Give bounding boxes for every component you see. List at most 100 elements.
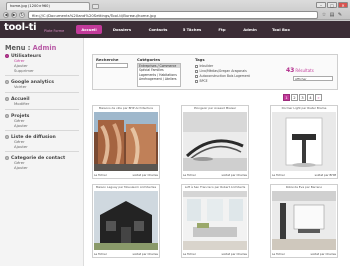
close-icon[interactable]: ✕: [338, 2, 348, 8]
bullet-icon: [5, 156, 9, 160]
card-thumbnail[interactable]: [183, 112, 247, 171]
author-link[interactable]: soldat par Charles: [133, 251, 159, 257]
sidebar-item-ajouter-liste[interactable]: Ajouter: [5, 144, 81, 150]
nav-admin[interactable]: Admin: [237, 25, 263, 34]
card-title: Rotonda Eva par Barreno: [285, 185, 323, 189]
category-option[interactable]: Aménagement / Ateliers: [138, 77, 180, 81]
card-thumbnail[interactable]: [272, 112, 336, 171]
page-4-button[interactable]: 4: [307, 94, 314, 101]
download-link[interactable]: Le fichier: [94, 172, 107, 178]
bookmark-star-icon[interactable]: ☆: [321, 12, 327, 18]
sidebar-divider: [5, 151, 79, 152]
card-thumbnail[interactable]: [94, 191, 158, 250]
sidebar-group-projets: Projets Gérer Ajouter: [5, 113, 81, 129]
author-link[interactable]: soldat par BHM: [315, 172, 336, 178]
nav-dossiers[interactable]: Dossiers: [105, 25, 139, 34]
address-row: ◀ ▶ ↻ file:///C:/Documents%20and%20Setti…: [0, 10, 350, 20]
author-link[interactable]: soldat par Charles: [222, 251, 248, 257]
filter-panel: Recherche Catégories Entreprises / Comme…: [92, 54, 338, 90]
bullet-icon: [5, 54, 9, 58]
browser-chrome: home.jpg (1200×960) – □ ✕ ◀ ▶ ↻ file:///…: [0, 0, 350, 20]
page-2-button[interactable]: 2: [291, 94, 298, 101]
card-thumbnail[interactable]: [183, 191, 247, 250]
bullet-icon: [5, 97, 9, 101]
address-bar[interactable]: file:///C:/Documents%20and%20Settings/To…: [28, 11, 318, 19]
search-input[interactable]: [96, 63, 128, 68]
page-menu-icon[interactable]: ▤: [329, 12, 335, 18]
site-header: tool-ti Plate Forme Accueil Dossiers Con…: [0, 21, 350, 38]
tag-label: BPCE: [199, 79, 208, 83]
next-page-button[interactable]: »: [315, 94, 322, 101]
tag-checkbox-row[interactable]: Autoconstruction Bois Logement: [195, 74, 250, 78]
sidebar-item-voirter[interactable]: Voirter: [5, 84, 81, 90]
search-label: Recherche: [96, 57, 119, 62]
card-thumbnail[interactable]: [94, 112, 158, 171]
menu-label: Menu: [5, 44, 26, 52]
card-footer: Le fichier soldat par Charles: [183, 251, 247, 257]
categories-listbox[interactable]: Entreprises / Commerce Spécial Familles …: [137, 63, 181, 87]
minimize-icon[interactable]: –: [316, 2, 326, 8]
wrench-icon[interactable]: ✎: [337, 12, 343, 18]
site-logo[interactable]: tool-ti: [4, 22, 37, 33]
card-thumbnail[interactable]: [272, 191, 336, 250]
nav-taches[interactable]: 5 Tâches: [177, 25, 207, 34]
new-tab-button[interactable]: [92, 4, 99, 9]
card-title: Plongeoir par Ansaad Miaiser: [193, 106, 237, 110]
author-link[interactable]: soldat par Charles: [222, 172, 248, 178]
page-3-button[interactable]: 3: [299, 94, 306, 101]
download-link[interactable]: Le fichier: [272, 172, 285, 178]
project-card[interactable]: Rotonda Eva par Barreno Le fichier soldat…: [270, 184, 338, 258]
results-label: Résultats: [295, 68, 314, 73]
tag-label: Inbuilder: [199, 64, 214, 68]
project-card[interactable]: Loft à San Francisco par Robert Architec…: [181, 184, 249, 258]
menu-title: Menu : Admin: [5, 44, 56, 52]
nav-toolbox[interactable]: Tool Box: [266, 25, 296, 34]
tag-checkbox-row[interactable]: Lina/Médias/Gregan Aragonais: [195, 69, 247, 73]
card-footer: Le fichier soldat par BHM: [272, 172, 336, 178]
results-count: 43Résultats: [286, 67, 314, 74]
sidebar-item-supprimer-utilisateur[interactable]: Supprimer: [5, 68, 81, 74]
sidebar-item-modifier-accueil[interactable]: Modifier: [5, 101, 81, 107]
project-card[interactable]: Maison Laguay par Mousleom Architectes L…: [92, 184, 160, 258]
sidebar-item-ajouter-projet[interactable]: Ajouter: [5, 123, 81, 129]
bullet-icon: [5, 114, 9, 118]
page-1-button[interactable]: 1: [283, 94, 290, 101]
tag-checkbox-row[interactable]: BPCE: [195, 79, 208, 83]
author-link[interactable]: soldat par Charles: [311, 251, 337, 257]
card-footer: Le fichier soldat par Charles: [272, 251, 336, 257]
tag-checkbox-row[interactable]: Inbuilder: [195, 64, 213, 68]
checkbox[interactable]: [195, 69, 198, 73]
download-link[interactable]: Le fichier: [183, 251, 196, 257]
checkbox[interactable]: [195, 64, 198, 68]
sidebar-item-ajouter-categorie[interactable]: Ajouter: [5, 165, 81, 171]
download-link[interactable]: Le fichier: [183, 172, 196, 178]
browser-tab[interactable]: home.jpg (1200×960): [6, 2, 90, 10]
sidebar-divider: [5, 130, 79, 131]
card-title: Loft à San Francisco par Robert Architec…: [184, 185, 246, 189]
sidebar-group-google-analytics: Google analytics Voirter: [5, 79, 81, 90]
forward-icon[interactable]: ▶: [11, 12, 17, 18]
card-title: Maison Laguay par Mousleom Architectes: [95, 185, 157, 189]
card-footer: Le fichier soldat par Charles: [94, 172, 158, 178]
author-link[interactable]: soldat par Charles: [133, 172, 159, 178]
back-icon[interactable]: ◀: [3, 12, 9, 18]
checkbox[interactable]: [195, 79, 198, 83]
sidebar: Menu : Admin Utilisateurs Gérer Ajouter …: [0, 38, 84, 266]
categories-label: Catégories: [137, 57, 161, 62]
card-footer: Le fichier soldat par Charles: [94, 251, 158, 257]
nav-ftp[interactable]: Ftp: [210, 25, 234, 34]
download-link[interactable]: Le fichier: [272, 251, 285, 257]
nav-accueil[interactable]: Accueil: [76, 25, 102, 34]
checkbox[interactable]: [195, 74, 198, 78]
nav-contacts[interactable]: Contacts: [142, 25, 174, 34]
sidebar-group-liste-diffusion: Liste de diffusion Gérer Ajouter: [5, 134, 81, 150]
reload-icon[interactable]: ↻: [19, 12, 25, 18]
project-card[interactable]: Maisons de ville par BHP Architecture Le…: [92, 105, 160, 179]
maximize-icon[interactable]: □: [327, 2, 337, 8]
project-card[interactable]: Dormer Light par Rieter Brame Le fichier…: [270, 105, 338, 179]
download-link[interactable]: Le fichier: [94, 251, 107, 257]
sidebar-group-utilisateurs: Utilisateurs Gérer Ajouter Supprimer: [5, 53, 81, 73]
sidebar-group-accueil: Accueil Modifier: [5, 96, 81, 107]
project-card[interactable]: Plongeoir par Ansaad Miaiser Le fichier s…: [181, 105, 249, 179]
display-select[interactable]: Afficher: [293, 76, 333, 81]
